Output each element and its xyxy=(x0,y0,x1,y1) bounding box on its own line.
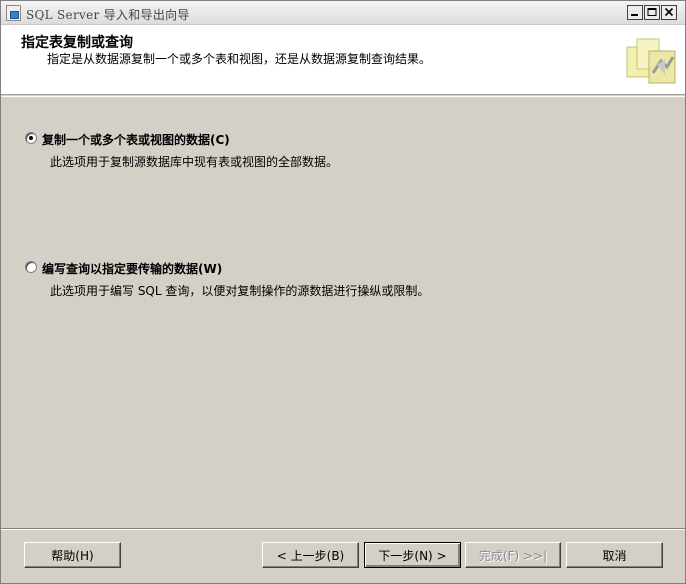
wizard-logo-icon xyxy=(626,38,676,84)
copy-tables-label[interactable]: 复制一个或多个表或视图的数据(C) xyxy=(42,131,230,148)
footer-divider xyxy=(1,528,685,530)
help-button[interactable]: 帮助(H) xyxy=(24,542,121,568)
write-query-description: 此选项用于编写 SQL 查询，以便对复制操作的源数据进行操纵或限制。 xyxy=(50,284,430,298)
maximize-button[interactable] xyxy=(644,5,660,20)
window-title: SQL Server 导入和导出向导 xyxy=(26,8,190,22)
copy-tables-radio[interactable] xyxy=(25,132,37,144)
title-bar[interactable]: SQL Server 导入和导出向导 xyxy=(1,1,685,25)
finish-button: 完成(F) >>| xyxy=(465,542,561,568)
wizard-header: 指定表复制或查询 指定是从数据源复制一个或多个表和视图，还是从数据源复制查询结果… xyxy=(1,25,685,97)
page-title: 指定表复制或查询 xyxy=(21,35,133,51)
write-query-radio[interactable] xyxy=(25,261,37,273)
back-button[interactable]: < 上一步(B) xyxy=(262,542,359,568)
cancel-button[interactable]: 取消 xyxy=(566,542,663,568)
maximize-icon xyxy=(647,8,657,16)
copy-tables-description: 此选项用于复制源数据库中现有表或视图的全部数据。 xyxy=(50,155,339,169)
next-button[interactable]: 下一步(N) > xyxy=(364,542,461,568)
write-query-label[interactable]: 编写查询以指定要传输的数据(W) xyxy=(42,260,222,277)
minimize-icon xyxy=(631,14,638,16)
close-icon xyxy=(664,7,674,17)
close-button[interactable] xyxy=(661,5,677,20)
caption-buttons xyxy=(627,5,677,20)
app-icon xyxy=(6,5,21,21)
wizard-window: SQL Server 导入和导出向导 指定表复制或查询 指定是从数据源复制一个或… xyxy=(0,0,686,584)
page-subtitle: 指定是从数据源复制一个或多个表和视图，还是从数据源复制查询结果。 xyxy=(47,52,432,66)
minimize-button[interactable] xyxy=(627,5,643,20)
